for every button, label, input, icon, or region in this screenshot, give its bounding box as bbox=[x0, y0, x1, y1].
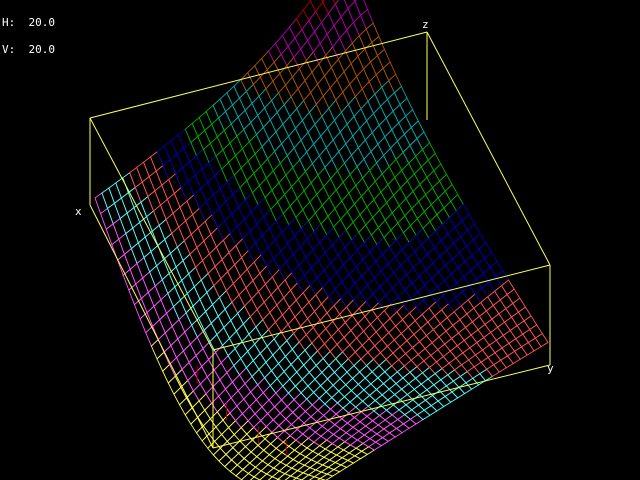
horizontal-angle-value: 20.0 bbox=[28, 16, 56, 29]
vertical-angle-row: V: 20.0 bbox=[2, 43, 56, 56]
plot-window: H: 20.0 V: 20.0 x y z bbox=[0, 0, 640, 480]
z-axis-label: z bbox=[422, 18, 429, 31]
wireframe-surface bbox=[94, 0, 549, 480]
x-axis-label: x bbox=[75, 205, 82, 218]
view-angle-readout: H: 20.0 V: 20.0 bbox=[2, 0, 55, 72]
vertical-angle-value: 20.0 bbox=[28, 43, 56, 56]
horizontal-angle-label: H: bbox=[2, 16, 16, 29]
y-axis-label: y bbox=[547, 362, 554, 375]
horizontal-angle-row: H: 20.0 bbox=[2, 16, 56, 29]
vertical-angle-label: V: bbox=[2, 43, 16, 56]
surface-plot-canvas[interactable]: x y z bbox=[0, 0, 640, 480]
